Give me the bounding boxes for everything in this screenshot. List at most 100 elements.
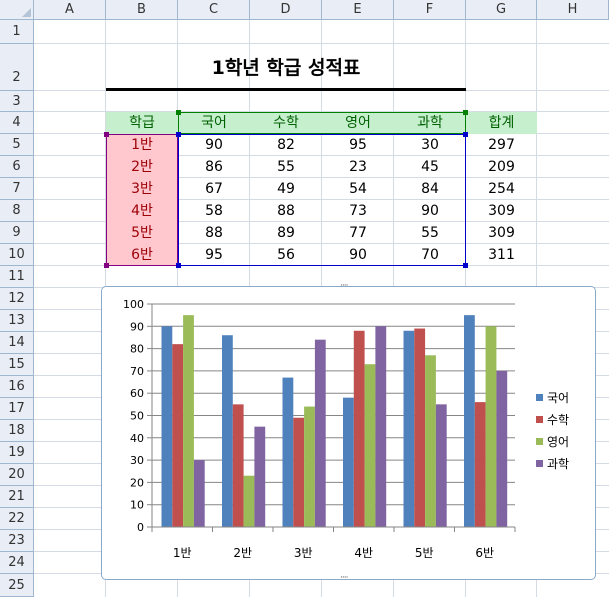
legend-label: 과학 — [547, 457, 569, 471]
bar — [243, 475, 255, 527]
score-cell[interactable]: 254 — [466, 178, 537, 200]
header-cell[interactable]: 학급 — [106, 112, 178, 134]
score-cell[interactable]: 309 — [466, 200, 537, 222]
row-header-1[interactable]: 1 — [0, 20, 34, 44]
row-header-25[interactable]: 25 — [0, 574, 34, 597]
header-cell[interactable]: 합계 — [466, 112, 537, 134]
y-tick-label: 70 — [130, 365, 144, 378]
bar — [464, 315, 475, 527]
x-tick-label: 6반 — [475, 546, 494, 560]
bar — [485, 326, 497, 527]
y-tick-label: 60 — [130, 387, 144, 400]
score-cell[interactable]: 311 — [466, 244, 537, 266]
row-header-10[interactable]: 10 — [0, 244, 34, 266]
row-header-6[interactable]: 6 — [0, 156, 34, 178]
legend-label: 수학 — [547, 413, 569, 427]
bar — [435, 404, 447, 527]
column-header-c[interactable]: C — [178, 0, 250, 20]
x-tick-label: 4반 — [354, 546, 373, 560]
column-header-b[interactable]: B — [106, 0, 178, 20]
bar — [353, 330, 365, 527]
title-underline — [106, 88, 466, 91]
legend-label: 영어 — [547, 435, 569, 449]
range-handle[interactable] — [176, 110, 181, 115]
y-tick-label: 40 — [130, 432, 144, 445]
y-tick-label: 80 — [130, 343, 144, 356]
chart-object[interactable]: ···· ···· 0 10 20 30 40 50 60 70 80 90 100 1반 2반 3반 4반… — [101, 281, 596, 583]
values-range — [178, 134, 466, 266]
row-header-19[interactable]: 19 — [0, 442, 34, 464]
column-header-h[interactable]: H — [537, 0, 609, 20]
bar — [403, 330, 415, 527]
bar — [282, 377, 294, 527]
row-header-23[interactable]: 23 — [0, 530, 34, 552]
column-header-e[interactable]: E — [322, 0, 394, 20]
category-range — [106, 134, 178, 266]
column-header-a[interactable]: A — [34, 0, 106, 20]
bar — [343, 397, 354, 527]
bar — [364, 364, 376, 527]
row-header-8[interactable]: 8 — [0, 200, 34, 222]
bar — [254, 426, 266, 527]
legend-swatch — [536, 460, 543, 467]
range-handle[interactable] — [463, 110, 468, 115]
row-header-13[interactable]: 13 — [0, 310, 34, 332]
y-tick-label: 100 — [123, 298, 144, 311]
row-header-12[interactable]: 12 — [0, 288, 34, 310]
range-handle[interactable] — [104, 132, 109, 137]
column-header-f[interactable]: F — [394, 0, 466, 20]
legend-swatch — [536, 416, 543, 423]
row-header-22[interactable]: 22 — [0, 508, 34, 530]
x-tick-label: 2반 — [233, 546, 252, 560]
spreadsheet: ABCDEFGH 1 2 3 4 5 6 7 8 9 10 11 12 13 14 15 16 17 18 19 20… — [0, 0, 609, 597]
range-handle[interactable] — [463, 263, 468, 268]
score-cell[interactable]: 309 — [466, 222, 537, 244]
bar — [222, 335, 233, 527]
y-tick-label: 20 — [130, 476, 144, 489]
select-all-corner[interactable] — [0, 0, 34, 20]
row-header-5[interactable]: 5 — [0, 134, 34, 156]
row-header-14[interactable]: 14 — [0, 332, 34, 354]
row-header-9[interactable]: 9 — [0, 222, 34, 244]
y-tick-label: 0 — [137, 521, 144, 534]
bar — [425, 355, 436, 527]
range-handle[interactable] — [463, 132, 468, 137]
sheet-title[interactable]: 1학년 학급 성적표 — [106, 44, 466, 91]
row-header-7[interactable]: 7 — [0, 178, 34, 200]
range-handle[interactable] — [176, 263, 181, 268]
row-header-20[interactable]: 20 — [0, 464, 34, 486]
score-cell[interactable]: 209 — [466, 156, 537, 178]
row-header-11[interactable]: 11 — [0, 266, 34, 288]
bar — [232, 404, 244, 527]
bar — [183, 315, 194, 527]
y-tick-label: 90 — [130, 320, 144, 333]
column-header-g[interactable]: G — [466, 0, 537, 20]
row-header-24[interactable]: 24 — [0, 552, 34, 574]
y-tick-label: 50 — [130, 410, 144, 423]
row-header-4[interactable]: 4 — [0, 112, 34, 134]
bar — [314, 339, 326, 527]
row-header-16[interactable]: 16 — [0, 376, 34, 398]
x-tick-label: 1반 — [173, 546, 192, 560]
row-header-15[interactable]: 15 — [0, 354, 34, 376]
x-tick-label: 3반 — [294, 546, 313, 560]
range-handle[interactable] — [176, 132, 181, 137]
bar — [496, 370, 508, 527]
column-header-d[interactable]: D — [250, 0, 322, 20]
bar — [172, 344, 184, 527]
row-header-18[interactable]: 18 — [0, 420, 34, 442]
row-header-17[interactable]: 17 — [0, 398, 34, 420]
y-tick-label: 30 — [130, 454, 144, 467]
bar — [193, 460, 205, 527]
legend-swatch — [536, 394, 543, 401]
row-header-21[interactable]: 21 — [0, 486, 34, 508]
score-cell[interactable]: 297 — [466, 134, 537, 156]
legend-label: 국어 — [547, 391, 569, 405]
series-name-range — [178, 112, 466, 134]
bar — [293, 417, 305, 527]
range-handle[interactable] — [104, 263, 109, 268]
row-header-2[interactable]: 2 — [0, 44, 34, 91]
row-header-3[interactable]: 3 — [0, 91, 34, 112]
legend-swatch — [536, 438, 543, 445]
bar — [304, 406, 315, 527]
